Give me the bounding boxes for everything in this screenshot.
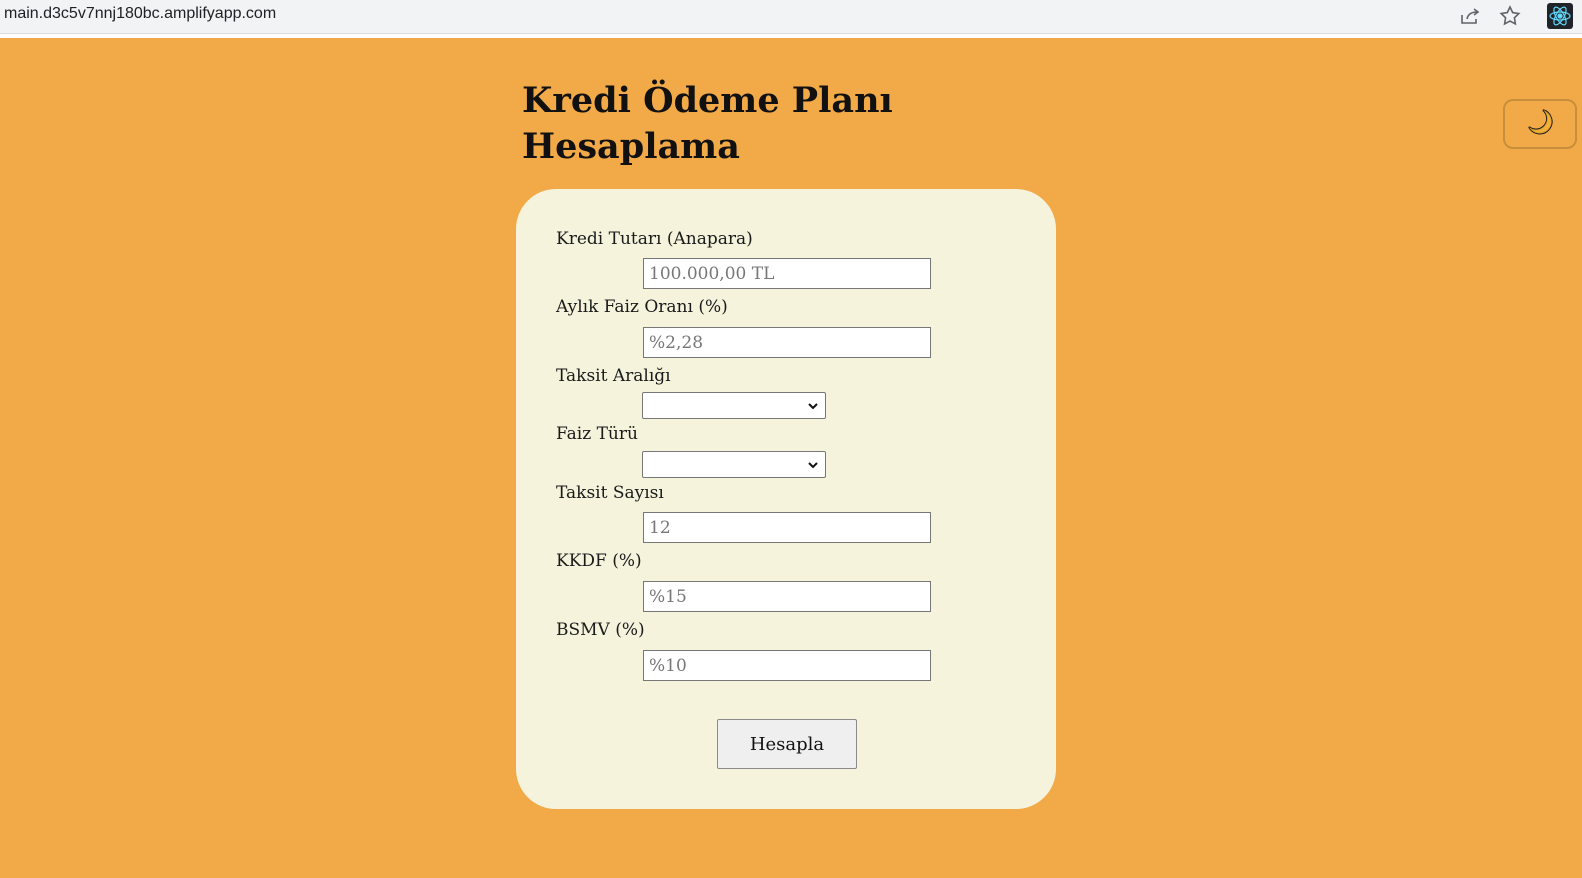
share-icon[interactable] (1458, 4, 1482, 28)
react-extension-icon[interactable] (1547, 3, 1573, 29)
monthly-rate-input[interactable] (643, 327, 931, 358)
moon-icon (1523, 105, 1557, 143)
installment-interval-select[interactable] (642, 392, 826, 419)
interest-type-label: Faiz Türü (556, 424, 638, 444)
header-divider (0, 34, 1582, 38)
loan-form-card: Kredi Tutarı (Anapara) Aylık Faiz Oranı … (516, 189, 1056, 809)
interest-type-select[interactable] (642, 451, 826, 478)
star-icon[interactable] (1498, 4, 1522, 28)
installment-count-input[interactable] (643, 512, 931, 543)
url-text[interactable]: main.d3c5v7nnj180bc.amplifyapp.com (4, 5, 276, 23)
monthly-rate-label: Aylık Faiz Oranı (%) (556, 297, 728, 317)
kkdf-label: KKDF (%) (556, 551, 642, 571)
chevron-down-icon (808, 403, 818, 410)
installment-interval-label: Taksit Aralığı (556, 366, 671, 386)
kkdf-input[interactable] (643, 581, 931, 612)
theme-toggle-button[interactable] (1503, 99, 1577, 149)
browser-address-bar: main.d3c5v7nnj180bc.amplifyapp.com (0, 0, 1582, 34)
chevron-down-icon (808, 462, 818, 469)
calculate-button[interactable]: Hesapla (717, 719, 857, 769)
bsmv-input[interactable] (643, 650, 931, 681)
loan-amount-label: Kredi Tutarı (Anapara) (556, 229, 753, 249)
loan-amount-input[interactable] (643, 258, 931, 289)
page-title: Kredi Ödeme Planı Hesaplama (522, 80, 893, 167)
bsmv-label: BSMV (%) (556, 620, 645, 640)
installment-count-label: Taksit Sayısı (556, 483, 664, 503)
